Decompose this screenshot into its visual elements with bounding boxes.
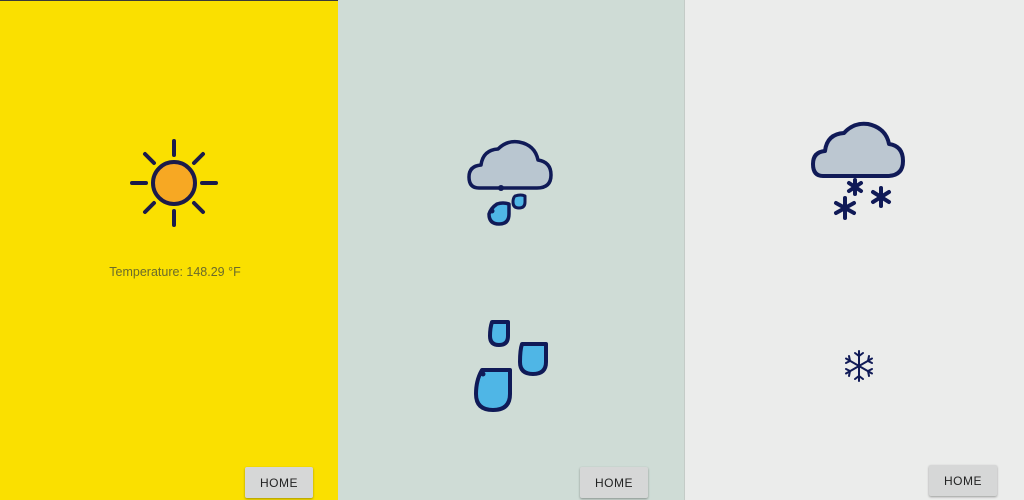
cloud-rain-icon (467, 139, 553, 226)
raindrops-icon (474, 320, 548, 412)
sunny-panel: Temperature: 148.29 °F HOME (0, 0, 338, 500)
cloud-snow-icon (811, 121, 905, 220)
snowflake-icon (845, 350, 873, 382)
home-button[interactable]: HOME (245, 467, 313, 498)
temperature-label: Temperature: 148.29 °F (109, 265, 241, 279)
snow-panel: HOME (685, 0, 1024, 500)
weather-screen: Temperature: 148.29 °F HOME HOME HOME (0, 0, 1024, 500)
sun-icon (130, 139, 218, 227)
home-button[interactable]: HOME (580, 467, 648, 498)
home-button[interactable]: HOME (929, 465, 997, 496)
rain-panel: HOME (338, 0, 685, 500)
